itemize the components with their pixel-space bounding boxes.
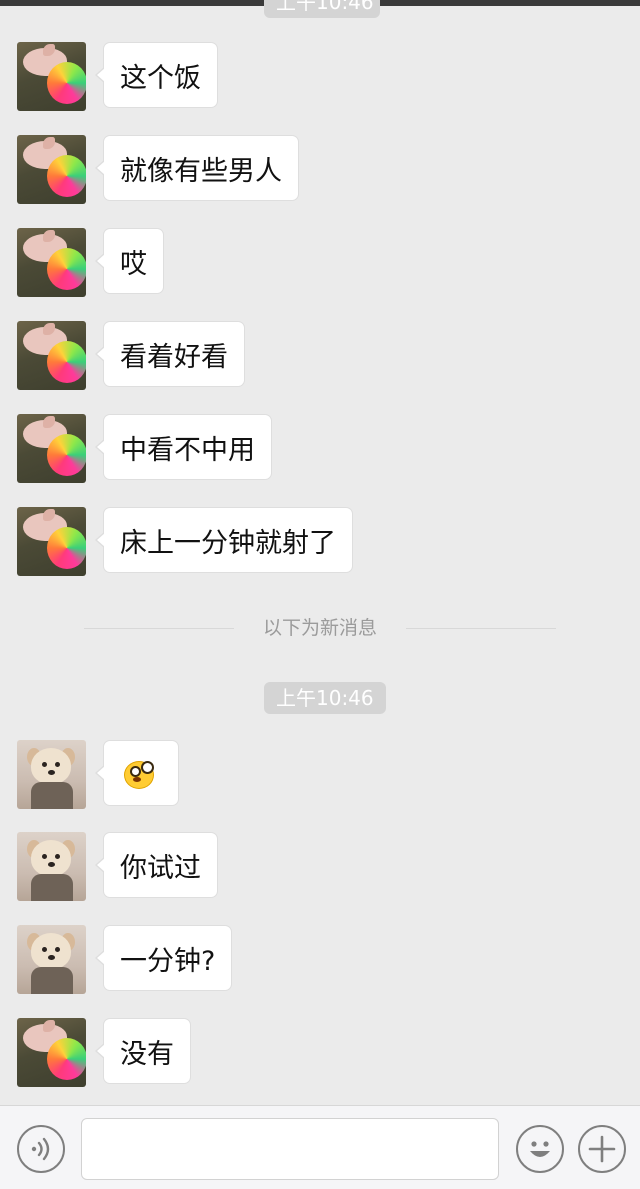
plus-icon [588,1135,616,1163]
message-row: 看着好看 [17,321,245,391]
pig-with-ball-avatar[interactable] [17,135,86,204]
message-row: 一分钟? [17,925,233,995]
timestamp: 上午10:46 [264,682,386,714]
message-row: 床上一分钟就射了 [17,507,353,577]
voice-button[interactable] [17,1125,65,1173]
message-bubble[interactable]: 没有 [95,1018,191,1084]
message-bubble[interactable]: 哎 [95,228,164,294]
message-bubble[interactable]: 这个饭 [95,42,218,108]
message-bubble[interactable]: 就像有些男人 [95,135,299,201]
message-row: 你试过 [17,832,218,902]
new-messages-divider: 以下为新消息 [84,616,556,640]
message-text: 哎 [120,248,147,280]
message-row: 中看不中用 [17,414,272,484]
pig-with-ball-avatar[interactable] [17,228,86,297]
puppy-avatar[interactable] [17,925,86,994]
message-text: 中看不中用 [120,434,255,466]
message-text: 没有 [120,1038,174,1070]
message-bubble[interactable]: 床上一分钟就射了 [95,507,353,573]
pig-with-ball-avatar[interactable] [17,414,86,483]
chat-input-bar [0,1105,640,1189]
pig-with-ball-avatar[interactable] [17,507,86,576]
message-text: 就像有些男人 [120,155,282,187]
puppy-avatar[interactable] [17,740,86,809]
message-bubble[interactable]: 你试过 [95,832,218,898]
message-input[interactable] [81,1118,499,1180]
smiley-icon [530,1141,550,1157]
message-bubble[interactable]: 看着好看 [95,321,245,387]
message-row: 哎 [17,228,164,298]
message-row: 没有 [17,1018,191,1088]
voice-icon [31,1137,50,1161]
message-bubble[interactable]: 一分钟? [94,925,233,991]
plus-button[interactable] [578,1125,626,1173]
message-row: 就像有些男人 [17,135,299,205]
pig-with-ball-avatar[interactable] [17,42,86,111]
pig-with-ball-avatar[interactable] [17,321,86,390]
message-bubble[interactable]: 中看不中用 [95,414,272,480]
message-text: 床上一分钟就射了 [120,527,336,559]
message-row: 这个饭 [17,42,218,112]
puppy-avatar[interactable] [17,832,86,901]
message-text: 看着好看 [120,341,228,373]
divider-line [406,628,556,629]
timestamp-top: 上午10:46 [264,0,380,18]
shocked-face-emoji-icon [122,758,156,789]
message-row [17,740,179,810]
message-text: 你试过 [120,852,201,884]
message-text: 这个饭 [120,62,201,94]
pig-with-ball-avatar[interactable] [17,1018,86,1087]
emoji-button[interactable] [516,1125,564,1173]
message-bubble[interactable] [95,740,179,806]
message-text: 一分钟? [120,945,216,977]
